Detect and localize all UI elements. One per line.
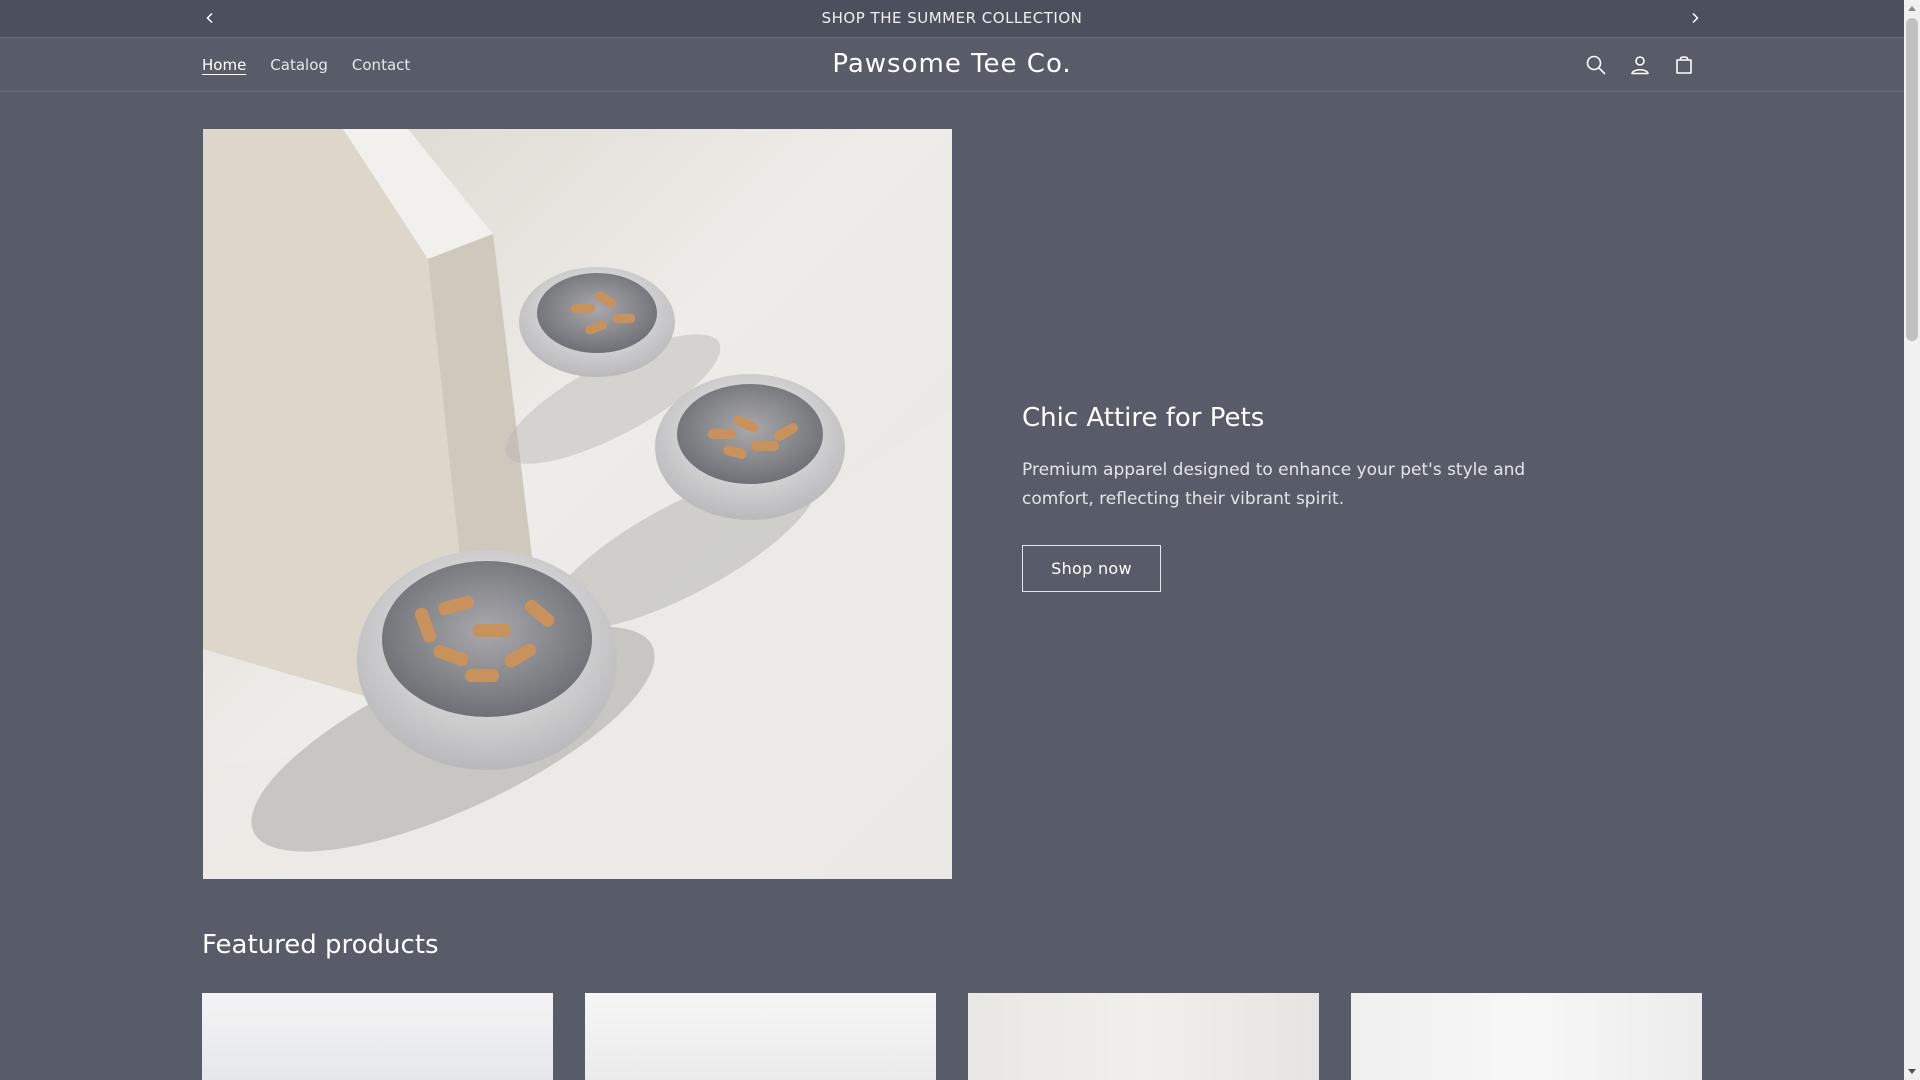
nav-link-home[interactable]: Home	[190, 56, 258, 74]
caret-down-icon	[1908, 1069, 1916, 1074]
product-card[interactable]	[585, 993, 936, 1080]
account-button[interactable]	[1618, 43, 1662, 87]
hero-image	[203, 129, 952, 879]
scroll-up-button[interactable]	[1904, 0, 1920, 16]
main-nav: Home Catalog Contact	[190, 38, 422, 92]
hero-title: Chic Attire for Pets	[1022, 403, 1265, 433]
cart-icon	[1676, 56, 1692, 74]
search-icon	[1586, 55, 1606, 75]
announcement-bar: SHOP THE SUMMER COLLECTION	[0, 0, 1904, 38]
product-card[interactable]	[968, 993, 1319, 1080]
shop-now-button[interactable]: Shop now	[1022, 545, 1161, 592]
hero-description: Premium apparel designed to enhance your…	[1022, 460, 1526, 509]
product-grid	[202, 993, 1702, 1080]
page-scrollbar[interactable]	[1904, 0, 1920, 1080]
store-logo[interactable]: Pawsome Tee Co.	[752, 38, 1152, 92]
product-card[interactable]	[1351, 993, 1702, 1080]
product-image	[202, 993, 553, 1080]
search-button[interactable]	[1574, 43, 1618, 87]
site-header: Home Catalog Contact Pawsome Tee Co.	[0, 38, 1904, 92]
nav-link-catalog[interactable]: Catalog	[258, 56, 340, 74]
pet-bowls-illustration	[203, 129, 952, 879]
product-card[interactable]	[202, 993, 553, 1080]
caret-up-icon	[1908, 6, 1916, 11]
chevron-right-icon	[1692, 12, 1699, 24]
announcement-next-button[interactable]	[1683, 6, 1707, 30]
nav-link-contact[interactable]: Contact	[340, 56, 422, 74]
featured-products-heading: Featured products	[202, 930, 439, 960]
product-image	[1351, 993, 1702, 1080]
scroll-down-button[interactable]	[1904, 1064, 1920, 1080]
cart-button[interactable]	[1662, 43, 1706, 87]
announcement-text[interactable]: SHOP THE SUMMER COLLECTION	[0, 0, 1904, 38]
header-actions	[1574, 38, 1706, 92]
product-image	[585, 993, 936, 1080]
account-icon	[1631, 56, 1649, 75]
product-image	[968, 993, 1319, 1080]
scrollbar-thumb[interactable]	[1906, 18, 1918, 341]
storefront-page: SHOP THE SUMMER COLLECTION Home Catalog …	[0, 0, 1920, 1080]
